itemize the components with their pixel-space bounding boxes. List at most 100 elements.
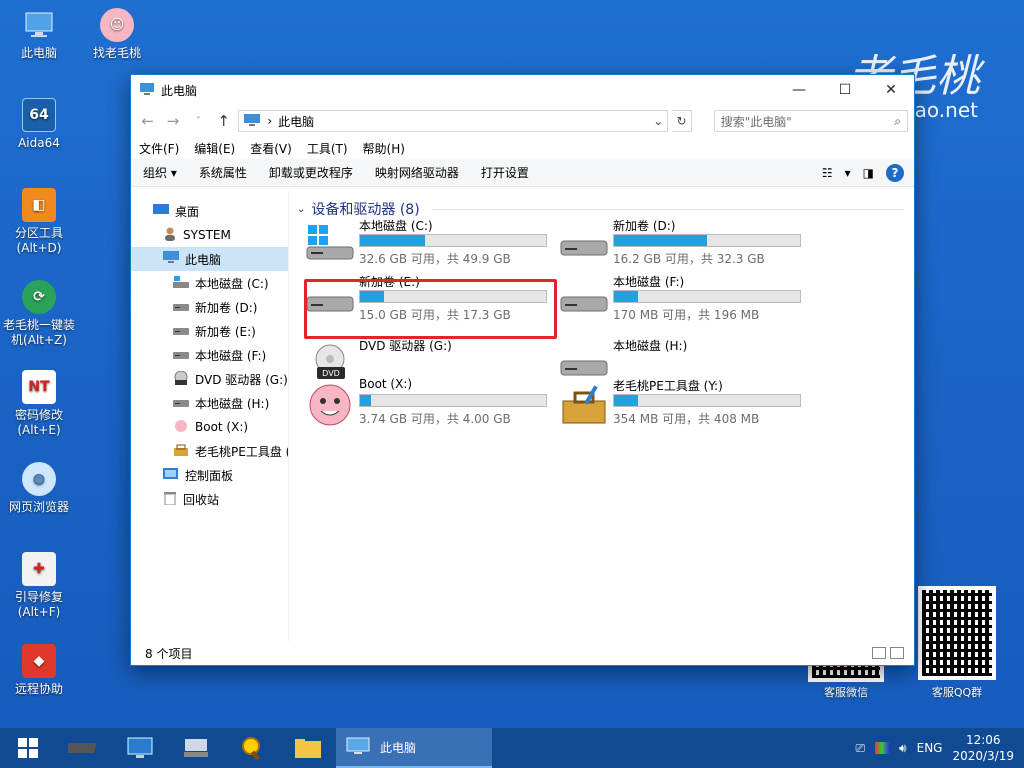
pc-icon [22,8,56,42]
desktop-icon-pc[interactable]: 此电脑 [2,8,76,61]
desktop-icon-label: 密码修改 (Alt+E) [14,408,63,437]
drive-tile-7[interactable]: 老毛桃PE工具盘 (Y:) 354 MB 可用，共 408 MB [555,377,807,429]
desktop-icon-aida64[interactable]: 64 Aida64 [2,98,76,151]
view-options-icon[interactable]: ☷ [822,166,833,180]
close-button[interactable]: ✕ [868,75,914,105]
windows-logo-icon [18,738,38,758]
nav-item-11[interactable]: 控制面板 [131,463,288,487]
group-title: 设备和驱动器 (8) [311,202,420,218]
drive-name: DVD 驱动器 (G:) [359,339,452,353]
aida64-icon: 64 [22,98,56,132]
nav-item-2[interactable]: 此电脑 [131,247,288,271]
nav-item-10[interactable]: 老毛桃PE工具盘 ( [131,439,288,463]
map-network-drive-button[interactable]: 映射网络驱动器 [375,164,459,181]
nav-item-label: 此电脑 [185,252,222,267]
desktop-icon-find-laomaotao[interactable]: ☺ 找老毛桃 [80,8,154,61]
brand-url: tao.net [906,98,978,122]
chevron-down-icon[interactable]: ⌄ [649,114,667,128]
drive-tile-3[interactable]: 本地磁盘 (F:) 170 MB 可用，共 196 MB [555,273,807,325]
clock[interactable]: 12:06 2020/3/19 [952,732,1014,764]
drive-free-space: 3.74 GB 可用，共 4.00 GB [359,412,511,426]
minimize-button[interactable]: — [776,75,822,105]
breadcrumb[interactable]: 此电脑 [278,113,314,130]
recent-chevron-icon[interactable]: ˅ [188,116,209,127]
qr-wechat-caption: 客服微信 [824,686,868,699]
windows-drive-icon [305,223,355,263]
details-view-icon[interactable] [872,647,886,659]
nav-item-8[interactable]: 本地磁盘 (H:) [131,391,288,415]
forward-arrow-icon[interactable]: → [162,112,183,130]
organize-button[interactable]: 组织 ▾ [143,164,177,181]
refresh-icon[interactable]: ↻ [672,110,692,132]
nav-item-0[interactable]: 桌面 [131,199,288,223]
language-indicator[interactable]: ENG [917,741,943,755]
preview-pane-icon[interactable]: ◨ [863,166,874,180]
search-input[interactable]: 搜索"此电脑" ⌕ [713,110,909,132]
nav-item-3[interactable]: 本地磁盘 (C:) [131,271,288,295]
back-arrow-icon[interactable]: ← [137,112,158,130]
nav-item-7[interactable]: DVD 驱动器 (G:) [131,367,288,391]
desktop-icon-label: 远程协助 [14,682,63,696]
taskbar-app-this-pc[interactable]: 此电脑 [336,728,492,768]
group-collapse-icon[interactable]: ⌄ [297,204,305,215]
drive-name: Boot (X:) [359,377,413,391]
clock-time: 12:06 [965,733,1001,747]
recycle-bin-icon [163,491,177,508]
nav-item-9[interactable]: Boot (X:) [131,415,288,439]
menu-file[interactable]: 文件(F) [139,140,179,157]
taskbar-folder-icon[interactable] [280,728,336,768]
command-bar: 组织 ▾ 系统属性 卸载或更改程序 映射网络驱动器 打开设置 ☷ ▾ ◨ ? [131,159,914,187]
menu-tools[interactable]: 工具(T) [307,140,348,157]
nav-item-5[interactable]: 新加卷 (E:) [131,319,288,343]
drive-icon [173,300,189,315]
volume-icon[interactable]: 🔊︎ [899,741,907,756]
help-icon[interactable]: ? [886,163,904,182]
drive-tile-1[interactable]: 新加卷 (D:) 16.2 GB 可用，共 32.3 GB [555,217,807,269]
menu-help[interactable]: 帮助(H) [363,140,405,157]
network-icon[interactable]: ⎚ [855,741,865,756]
drive-icon [173,396,189,411]
system-tray: ⎚ 🔊︎ ENG 12:06 2020/3/19 [855,732,1024,764]
title-bar[interactable]: 此电脑 — ☐ ✕ [131,75,914,105]
drive-tile-0[interactable]: 本地磁盘 (C:) 32.6 GB 可用，共 49.9 GB [301,217,553,269]
drive-icon [559,279,609,319]
address-bar[interactable]: › 此电脑 ⌄ [238,110,669,132]
taskbar-monitor-icon[interactable] [112,728,168,768]
drive-icon [173,324,189,339]
menu-bar: 文件(F) 编辑(E) 查看(V) 工具(T) 帮助(H) [131,137,914,159]
desktop-icon-boot-repair[interactable]: ✚ 引导修复 (Alt+F) [2,552,76,620]
nav-item-label: 新加卷 (E:) [195,324,256,339]
system-properties-button[interactable]: 系统属性 [199,164,247,181]
maximize-button[interactable]: ☐ [822,75,868,105]
drive-tile-6[interactable]: Boot (X:) 3.74 GB 可用，共 4.00 GB [301,377,553,429]
navigation-pane: 桌面 SYSTEM 此电脑本地磁盘 (C:) 新加卷 (D:) 新加卷 (E:) 本地磁盘… [131,191,289,641]
drive-icon [173,348,189,363]
nav-item-label: SYSTEM [183,228,231,242]
menu-view[interactable]: 查看(V) [250,140,292,157]
desktop-icon-browser[interactable]: ◍ 网页浏览器 [2,462,76,515]
peach-icon: ☺ [100,8,134,42]
open-settings-button[interactable]: 打开设置 [481,164,529,181]
desktop-icon-partition-tool[interactable]: ◧ 分区工具 (Alt+D) [2,188,76,256]
view-dropdown-icon[interactable]: ▾ [845,166,851,180]
taskbar-chip-icon[interactable] [56,728,112,768]
start-button[interactable] [0,728,56,768]
nav-item-4[interactable]: 新加卷 (D:) [131,295,288,319]
drive-highlight-box [304,279,557,339]
menu-edit[interactable]: 编辑(E) [194,140,235,157]
desktop-icon-installer[interactable]: ⟳ 老毛桃一键装 机(Alt+Z) [2,280,76,348]
toolbox-icon [559,383,609,424]
desktop-icon-password[interactable]: NT 密码修改 (Alt+E) [2,370,76,438]
nav-item-1[interactable]: SYSTEM [131,223,288,247]
desktop-icon-remote-assist[interactable]: ◆ 远程协助 [2,644,76,697]
taskbar-search-tool-icon[interactable] [224,728,280,768]
large-icons-view-icon[interactable] [890,647,904,659]
nav-item-6[interactable]: 本地磁盘 (F:) [131,343,288,367]
item-count: 8 个项目 [145,646,193,661]
nav-item-12[interactable]: 回收站 [131,487,288,511]
color-app-icon[interactable] [875,742,890,754]
group-header[interactable]: ⌄ 设备和驱动器 (8) [297,199,914,219]
taskbar-keyboard-icon[interactable] [168,728,224,768]
uninstall-program-button[interactable]: 卸载或更改程序 [269,164,353,181]
up-arrow-icon[interactable]: ↑ [213,112,234,130]
